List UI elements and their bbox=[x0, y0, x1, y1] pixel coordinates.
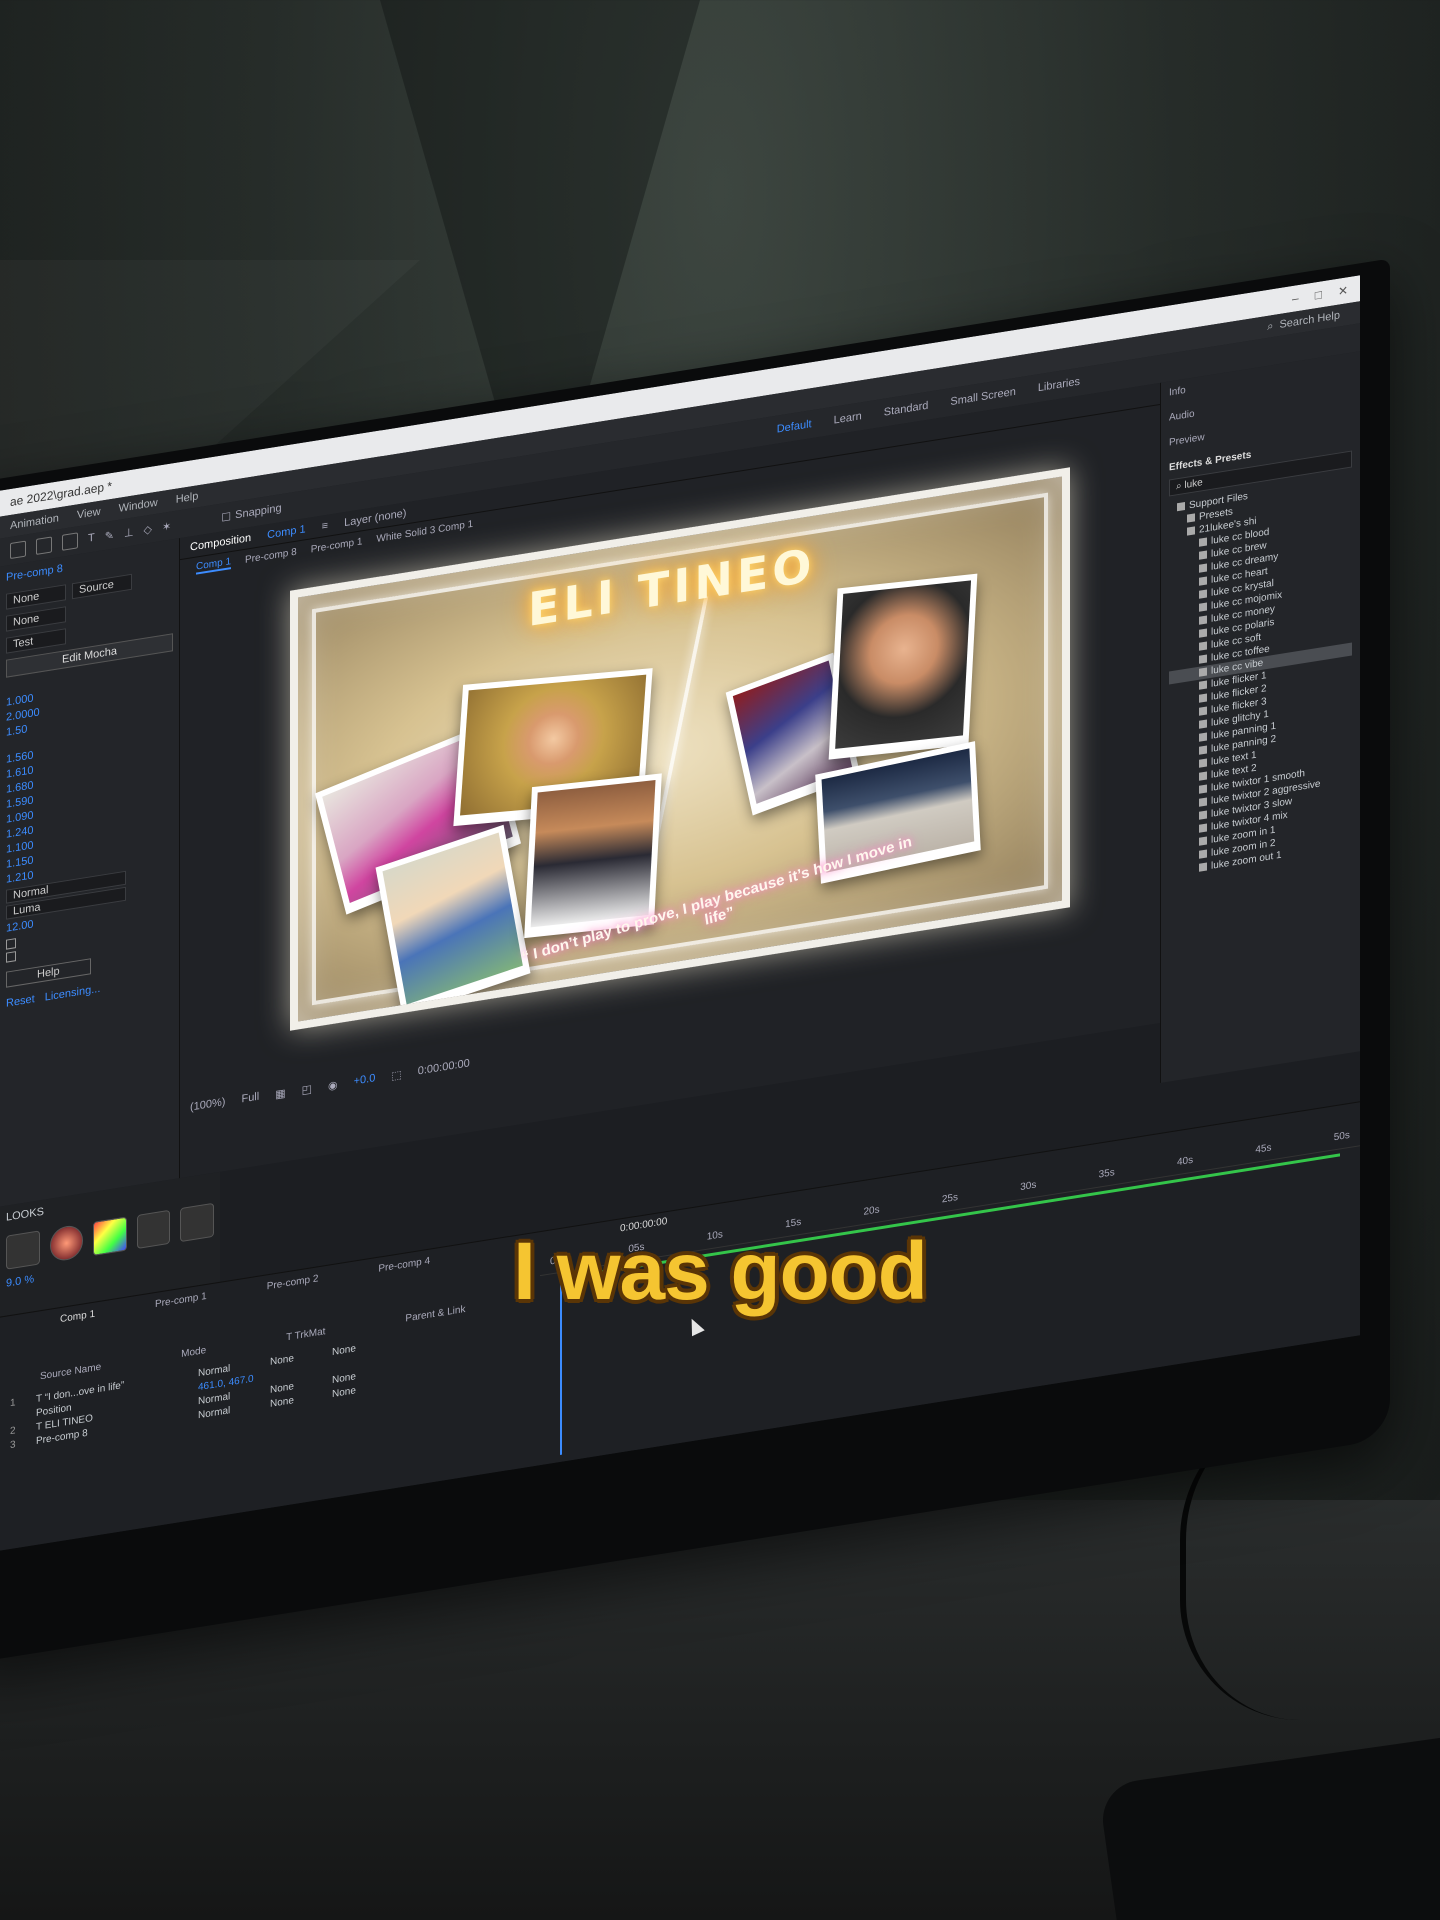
after-effects-window: ae 2022\grad.aep * – □ ✕ Animation View … bbox=[0, 275, 1360, 1551]
tab-pre-comp-8[interactable]: Pre-comp 8 bbox=[245, 546, 297, 565]
grid-icon[interactable]: ▦ bbox=[275, 1086, 285, 1101]
preset-icon bbox=[1199, 537, 1207, 548]
monitor: ae 2022\grad.aep * – □ ✕ Animation View … bbox=[0, 258, 1390, 1665]
menu-animation[interactable]: Animation bbox=[10, 512, 59, 532]
preset-icon bbox=[1199, 667, 1207, 678]
close-icon[interactable]: ✕ bbox=[1338, 283, 1348, 299]
folder-icon bbox=[1187, 513, 1195, 524]
preset-icon bbox=[1199, 771, 1207, 782]
rectangle-tool-icon[interactable] bbox=[36, 536, 52, 555]
preset-icon bbox=[1199, 784, 1207, 795]
folder-icon bbox=[1177, 502, 1185, 512]
preset-icon bbox=[1199, 563, 1207, 574]
workspace-small-screen[interactable]: Small Screen bbox=[950, 386, 1015, 408]
ruler-tick-label: 25s bbox=[941, 1191, 958, 1206]
tab-pre-comp-1[interactable]: Pre-comp 1 bbox=[311, 536, 363, 555]
effects-search-value: luke bbox=[1184, 477, 1203, 492]
dropdown-source[interactable]: Source bbox=[72, 573, 132, 600]
tab-comp-1[interactable]: Comp 1 bbox=[196, 555, 232, 575]
preset-icon bbox=[1199, 628, 1207, 639]
snapshot-icon[interactable]: ⬚ bbox=[391, 1068, 401, 1083]
menu-window[interactable]: Window bbox=[119, 497, 158, 515]
preset-icon bbox=[1199, 641, 1207, 652]
hamburger-icon[interactable]: ≡ bbox=[322, 519, 328, 532]
current-time[interactable]: 0:00:00:00 bbox=[418, 1057, 470, 1077]
snapping-toggle[interactable]: ☐ Snapping bbox=[221, 502, 282, 525]
preset-icon bbox=[1199, 732, 1207, 743]
type-tool-icon[interactable]: T bbox=[88, 532, 95, 545]
col-trkmat[interactable]: T TrkMat bbox=[286, 1326, 325, 1343]
layer-index: 1 bbox=[10, 1396, 16, 1409]
zoom-dropdown[interactable]: (100%) bbox=[190, 1096, 225, 1114]
preset-icon bbox=[1199, 602, 1207, 613]
col-mode[interactable]: Mode bbox=[181, 1345, 206, 1360]
preset-icon bbox=[1199, 680, 1207, 691]
dropdown-none-2[interactable]: None bbox=[6, 606, 66, 632]
composition-preview[interactable]: ELI TINEO “ I don’t play to prove, I pla… bbox=[290, 467, 1070, 1031]
help-button[interactable]: Help bbox=[6, 958, 91, 988]
ruler-tick-label: 50s bbox=[1333, 1129, 1350, 1144]
workspace-libraries[interactable]: Libraries bbox=[1038, 376, 1080, 395]
preset-icon bbox=[1199, 797, 1207, 808]
preset-icon bbox=[1199, 836, 1207, 847]
dropdown-none[interactable]: None bbox=[6, 584, 66, 610]
preset-icon bbox=[1199, 862, 1207, 873]
checkbox-icon: ☐ bbox=[221, 510, 232, 525]
workspace-learn[interactable]: Learn bbox=[834, 410, 862, 426]
preset-icon bbox=[1199, 758, 1207, 769]
video-caption: I was good bbox=[513, 1226, 928, 1317]
puppet-tool-icon[interactable]: ✶ bbox=[162, 519, 171, 533]
minimize-icon[interactable]: – bbox=[1292, 291, 1299, 306]
camera-icon[interactable]: ◉ bbox=[328, 1078, 338, 1093]
exposure-value[interactable]: +0.0 bbox=[354, 1072, 376, 1087]
dropdown-test[interactable]: Test bbox=[6, 628, 66, 654]
layer-index: 2 bbox=[10, 1424, 16, 1437]
layer-index bbox=[10, 1415, 24, 1417]
photo-portrait bbox=[828, 573, 978, 760]
preset-icon bbox=[1199, 849, 1207, 860]
ruler-tick-label: 40s bbox=[1177, 1154, 1194, 1169]
ruler-tick-label: 20s bbox=[863, 1204, 880, 1218]
pen-tool-icon[interactable] bbox=[62, 532, 78, 551]
preset-tree: Support Files Presets 21lukee's shi luke cc… bbox=[1169, 474, 1352, 880]
eraser-tool-icon[interactable]: ◇ bbox=[144, 522, 152, 536]
ruler-tick-label: 30s bbox=[1020, 1179, 1037, 1194]
comp-panel-name[interactable]: Comp 1 bbox=[267, 523, 306, 541]
preset-icon bbox=[1199, 693, 1207, 704]
folder-icon bbox=[1187, 526, 1195, 537]
preset-icon bbox=[1199, 589, 1207, 600]
preset-icon bbox=[1199, 719, 1207, 730]
search-icon: ⌕ bbox=[1267, 319, 1274, 333]
col-source-name[interactable]: Source Name bbox=[40, 1362, 101, 1383]
ruler-tick-label: 45s bbox=[1255, 1142, 1272, 1156]
selection-tool-icon[interactable] bbox=[10, 540, 26, 560]
preset-icon bbox=[1199, 576, 1207, 587]
licensing-link[interactable]: Licensing... bbox=[45, 983, 101, 1004]
preset-icon bbox=[1199, 615, 1207, 626]
reset-link[interactable]: Reset bbox=[6, 993, 35, 1010]
snapping-label: Snapping bbox=[235, 502, 282, 522]
preset-icon bbox=[1199, 654, 1207, 665]
preset-icon bbox=[1199, 706, 1207, 717]
timeline-layers: 1T “I don...ove in life” Normal None None Po… bbox=[0, 1312, 540, 1454]
checkbox[interactable] bbox=[6, 938, 16, 950]
preset-icon bbox=[1199, 823, 1207, 834]
preset-icon bbox=[1199, 550, 1207, 561]
mask-icon[interactable]: ◰ bbox=[302, 1082, 312, 1097]
checkbox[interactable] bbox=[6, 951, 16, 963]
effects-presets-panel: Info Audio Preview Effects & Presets ⌕ l… bbox=[1160, 351, 1360, 1083]
workspace-default[interactable]: Default bbox=[777, 418, 812, 436]
brush-tool-icon[interactable]: ✎ bbox=[105, 528, 114, 542]
preset-icon bbox=[1199, 745, 1207, 756]
layer-index: 3 bbox=[10, 1438, 16, 1451]
menu-help[interactable]: Help bbox=[176, 490, 199, 506]
resolution-dropdown[interactable]: Full bbox=[241, 1091, 259, 1106]
preset-icon bbox=[1199, 810, 1207, 821]
ruler-tick-label: 35s bbox=[1098, 1167, 1115, 1181]
effect-controls-panel: Pre-comp 8 None Source None Test Edit Mo… bbox=[0, 538, 180, 1207]
menu-view[interactable]: View bbox=[77, 506, 101, 522]
stamp-tool-icon[interactable]: ⊥ bbox=[124, 525, 134, 540]
maximize-icon[interactable]: □ bbox=[1315, 287, 1322, 302]
workspace-standard[interactable]: Standard bbox=[884, 400, 929, 419]
